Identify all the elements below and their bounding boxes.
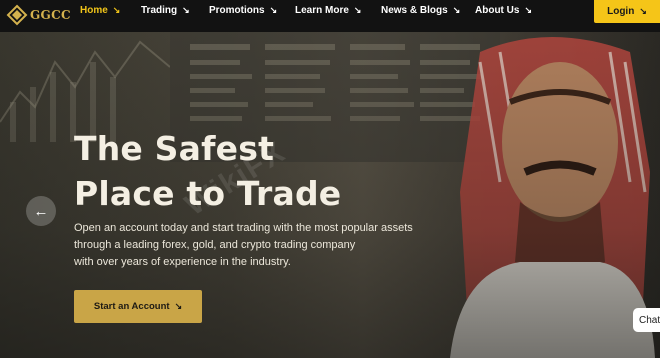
hero-title-line-1: The Safest: [74, 129, 275, 168]
nav-learn-more[interactable]: Learn More ↘: [295, 5, 361, 16]
nav-about-us-label: About Us: [475, 5, 520, 16]
top-navbar: GGCC Home ↘ Trading ↘ Promotions ↘ Learn…: [0, 0, 660, 32]
start-account-label: Start an Account: [93, 301, 170, 312]
hero-description: Open an account today and start trading …: [74, 220, 454, 271]
nav-promotions-label: Promotions: [209, 5, 265, 16]
arrow-left-icon: ←: [33, 202, 49, 220]
chat-widget-tab[interactable]: Chat: [633, 308, 660, 332]
hero-title-line-2: Place to Trade: [74, 174, 342, 213]
nav-promotions[interactable]: Promotions ↘: [209, 5, 277, 16]
login-button[interactable]: Login ↘: [594, 0, 660, 23]
nav-trading[interactable]: Trading ↘: [141, 5, 190, 16]
arrow-down-right-icon: ↘: [112, 5, 121, 15]
hero-desc-line-3: with over years of experience in the ind…: [74, 256, 291, 268]
arrow-down-right-icon: ↘: [353, 5, 362, 15]
arrow-down-right-icon: ↘: [524, 5, 532, 15]
hero-title: The Safest Place to Trade: [74, 126, 454, 216]
arrow-down-right-icon: ↘: [174, 301, 183, 311]
arrow-down-right-icon: ↘: [182, 5, 190, 15]
hero-desc-line-1: Open an account today and start trading …: [74, 222, 413, 234]
hero-banner: WikiFX ← The Safest Place to Trade Open …: [0, 32, 660, 358]
nav-news-blogs[interactable]: News & Blogs ↘: [381, 5, 460, 16]
nav-home[interactable]: Home ↘: [80, 5, 120, 16]
nav-trading-label: Trading: [141, 5, 178, 16]
nav-about-us[interactable]: About Us ↘: [475, 5, 532, 16]
main-menu: Home ↘ Trading ↘ Promotions ↘ Learn More…: [0, 0, 590, 24]
arrow-down-right-icon: ↘: [452, 5, 461, 15]
nav-learn-more-label: Learn More: [295, 5, 349, 16]
slider-prev-button[interactable]: ←: [26, 196, 56, 226]
hero-desc-line-2: through a leading forex, gold, and crypt…: [74, 239, 356, 251]
chat-label: Chat: [639, 314, 660, 326]
nav-news-blogs-label: News & Blogs: [381, 5, 448, 16]
nav-home-label: Home: [80, 5, 108, 16]
arrow-down-right-icon: ↘: [639, 6, 647, 16]
arrow-down-right-icon: ↘: [269, 5, 278, 15]
start-account-button[interactable]: Start an Account ↘: [74, 290, 202, 323]
login-label: Login: [607, 6, 635, 17]
